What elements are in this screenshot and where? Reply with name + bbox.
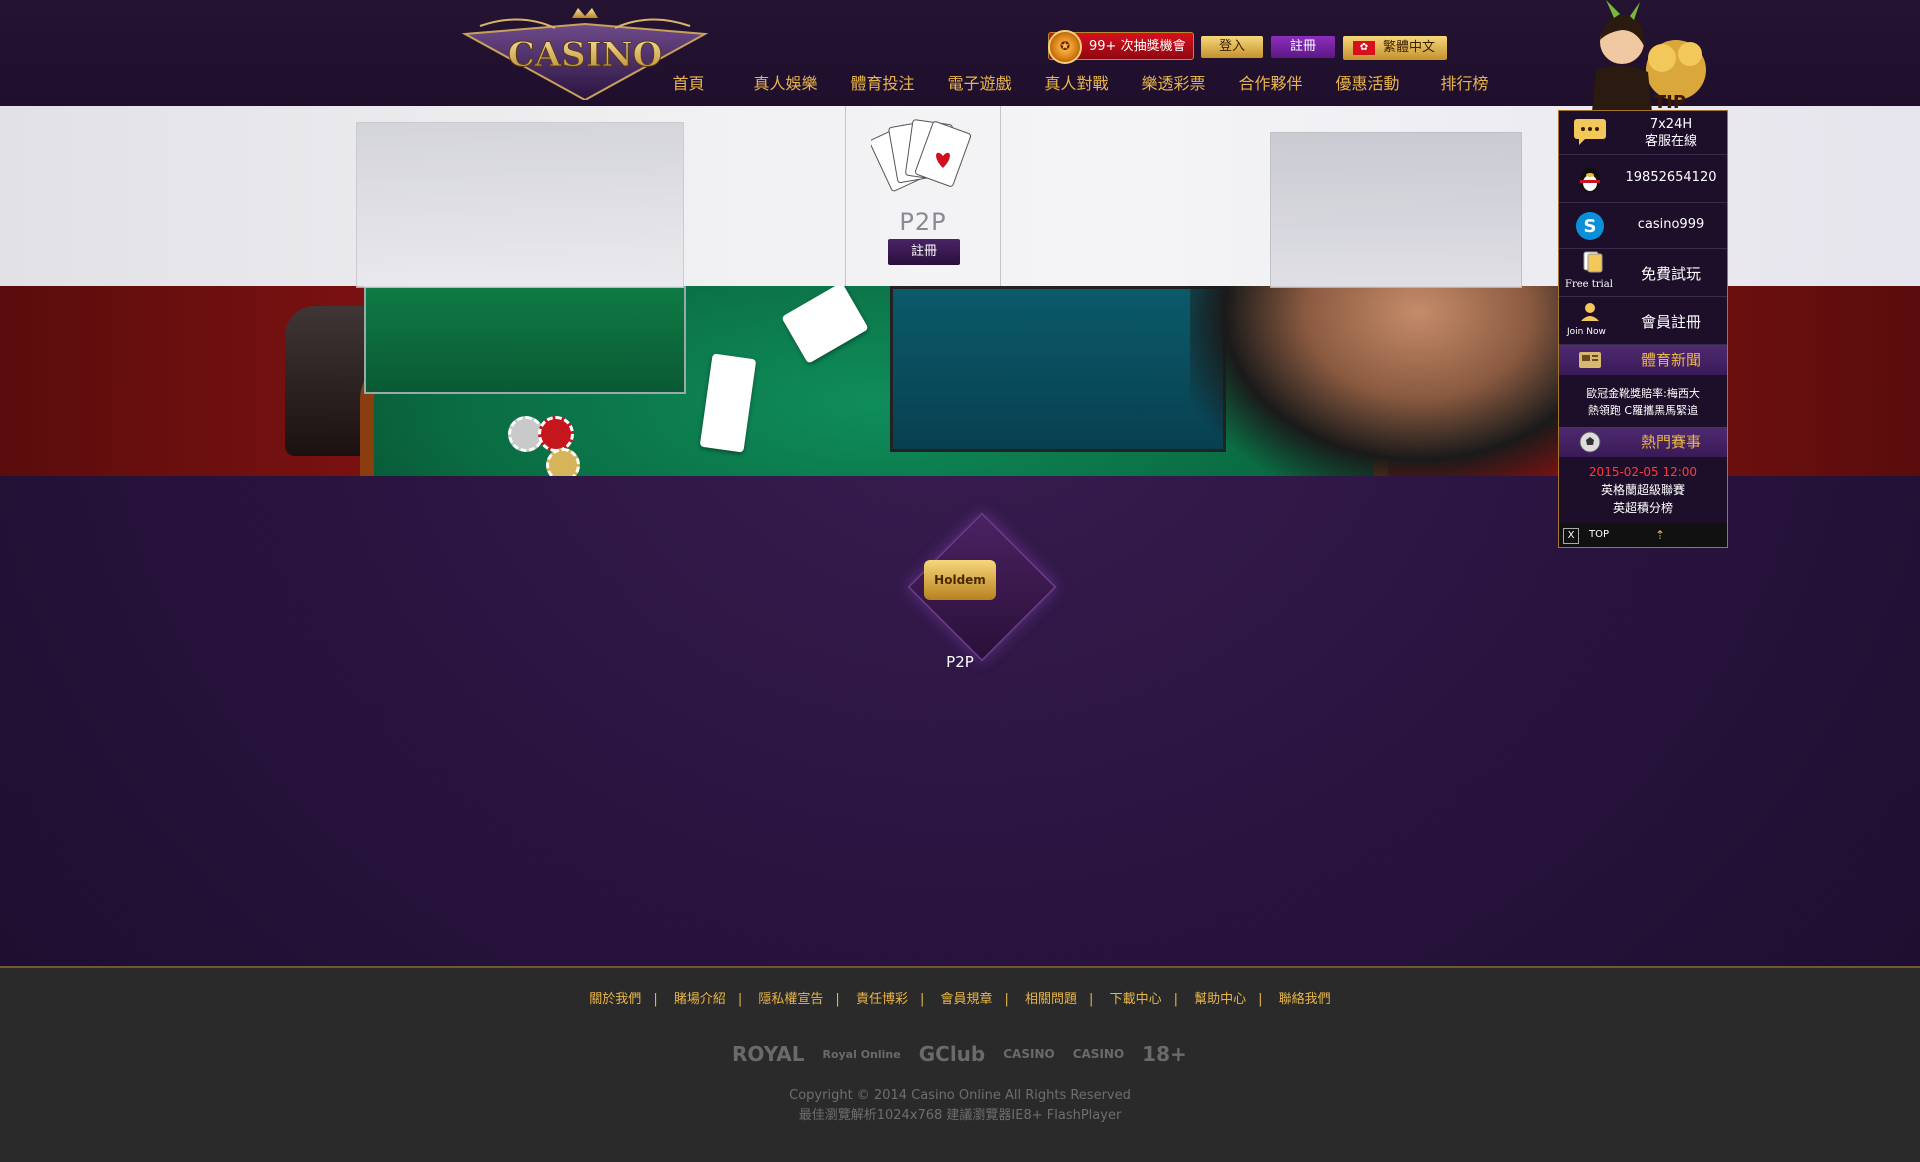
qq-number: 19852654120: [1625, 170, 1717, 185]
sports-news-content[interactable]: 歐冠金靴獎賠率:梅西大 熱領跑 C羅攜黑馬緊追: [1565, 385, 1721, 419]
back-to-top-arrow-icon[interactable]: ⇡: [1655, 523, 1665, 547]
free-trial-label: 免費試玩: [1640, 265, 1701, 283]
service-hours: 7x24H: [1649, 117, 1693, 132]
holdem-game-tile[interactable]: Holdem P2P: [870, 505, 1057, 685]
side-panel-footer: X TOP ⇡: [1559, 523, 1727, 547]
partner-logos: ROYAL Royal Online GClub CASINO CASINO 1…: [732, 1034, 1192, 1074]
casino-logo-small: CASINO: [1003, 1047, 1055, 1061]
nav-home[interactable]: 首頁: [640, 72, 737, 96]
event-line-2: 英超積分榜: [1612, 501, 1673, 515]
logo-text: CASINO: [508, 35, 663, 75]
copyright: Copyright © 2014 Casino Online All Right…: [0, 1086, 1920, 1126]
nav-live-casino[interactable]: 真人娛樂: [737, 72, 834, 96]
join-user-icon: [1581, 303, 1599, 321]
sports-news-header[interactable]: 體育新聞: [1559, 345, 1727, 375]
main-nav: 首頁 真人娛樂 體育投注 電子遊戲 真人對戰 樂透彩票 合作夥伴 優惠活動 排行…: [640, 72, 1513, 96]
hong-kong-flag-icon: ✿: [1353, 41, 1375, 55]
footer-links: 關於我們 | 賭場介紹 | 隱私權宣告 | 責任博彩 | 會員規章 | 相關問題 | 下載中…: [0, 988, 1920, 1007]
tip-mascot-image: TIP: [1592, 0, 1706, 112]
top-label[interactable]: TOP: [1589, 523, 1609, 547]
join-label: 會員註冊: [1640, 313, 1701, 331]
register-button[interactable]: 註冊: [1271, 36, 1335, 58]
event-date: 2015-02-05 12:00: [1588, 465, 1698, 479]
browser-note: 最佳瀏覽解析1024x768 建議瀏覽器IE8+ FlashPlayer: [798, 1108, 1122, 1123]
join-row[interactable]: Join Now 會員註冊: [1559, 297, 1727, 345]
free-trial-caption: Free trial: [1565, 279, 1613, 290]
newspaper-icon: [1579, 352, 1601, 368]
footer-link-privacy[interactable]: 隱私權宣告: [746, 992, 835, 1007]
lottery-promo-button[interactable]: ✪ 99+ 次抽獎機會: [1048, 30, 1194, 64]
footer-link-download[interactable]: 下載中心: [1098, 992, 1174, 1007]
footer-link-faq[interactable]: 相關問題: [1013, 992, 1089, 1007]
nav-p2p[interactable]: 真人對戰: [1028, 72, 1125, 96]
free-trial-cards-icon: [1583, 251, 1603, 273]
free-trial-row[interactable]: Free trial 免費試玩: [1559, 249, 1727, 297]
mahjong-screenshot: [364, 286, 686, 394]
news-line-2: 熱領跑 C羅攜黑馬緊追: [1587, 404, 1699, 417]
news-line-1: 歐冠金靴獎賠率:梅西大: [1586, 387, 1700, 400]
royal-online-logo: Royal Online: [822, 1047, 901, 1061]
royal-logo: ROYAL: [732, 1042, 805, 1066]
customer-service-row[interactable]: 7x24H 客服在線: [1559, 111, 1727, 155]
prize-wheel-icon: ✪: [1048, 30, 1082, 64]
copyright-text: Copyright © 2014 Casino Online All Right…: [789, 1088, 1131, 1103]
site-footer: 關於我們 | 賭場介紹 | 隱私權宣告 | 責任博彩 | 會員規章 | 相關問題 | 下載中…: [0, 966, 1920, 1162]
event-line-1: 英格蘭超級聯賽: [1600, 483, 1685, 497]
footer-link-casino-intro[interactable]: 賭場介紹: [662, 992, 738, 1007]
qq-row[interactable]: 19852654120: [1559, 155, 1727, 203]
hot-events-content[interactable]: 2015-02-05 12:00 英格蘭超級聯賽 英超積分榜: [1565, 463, 1721, 517]
playing-cards-icon: [871, 119, 971, 192]
floating-side-panel: 7x24H 客服在線 19852654120 S casino999 Free …: [1558, 110, 1728, 548]
footer-link-about[interactable]: 關於我們: [577, 992, 653, 1007]
poker-preview-faded: [1270, 132, 1522, 288]
age-18-plus-logo: 18+: [1142, 1042, 1187, 1066]
svg-text:S: S: [1584, 216, 1597, 237]
language-label: 繁體中文: [1383, 40, 1436, 55]
mahjong-preview-faded: [356, 122, 684, 288]
chat-bubble-icon: [1574, 119, 1606, 145]
qq-penguin-icon: [1580, 167, 1600, 193]
soccer-ball-icon: [1579, 431, 1601, 453]
poker-screenshot: [890, 286, 1226, 452]
chip-1000-icon: [546, 448, 580, 476]
sports-news-title: 體育新聞: [1640, 351, 1701, 369]
nav-sports-betting[interactable]: 體育投注: [834, 72, 931, 96]
chip-500-icon: [538, 416, 574, 452]
hot-events-header[interactable]: 熱門賽事: [1559, 427, 1727, 457]
login-button[interactable]: 登入: [1201, 36, 1263, 58]
join-caption: Join Now: [1567, 327, 1606, 337]
footer-link-contact[interactable]: 聯絡我們: [1267, 992, 1343, 1007]
footer-link-help[interactable]: 幫助中心: [1182, 992, 1258, 1007]
skype-id: casino999: [1637, 217, 1705, 232]
p2p-title: P2P: [899, 208, 947, 236]
nav-partners[interactable]: 合作夥伴: [1222, 72, 1319, 96]
skype-row[interactable]: S casino999: [1559, 203, 1727, 249]
hot-events-title: 熱門賽事: [1640, 433, 1701, 451]
nav-lottery[interactable]: 樂透彩票: [1125, 72, 1222, 96]
p2p-panel: P2P 註冊: [845, 106, 1001, 286]
nav-slots[interactable]: 電子遊戲: [931, 72, 1028, 96]
nav-leaderboard[interactable]: 排行榜: [1416, 72, 1513, 96]
nav-promotions[interactable]: 優惠活動: [1319, 72, 1416, 96]
close-panel-button[interactable]: X: [1563, 528, 1579, 544]
holdem-label: P2P: [946, 653, 974, 671]
language-selector[interactable]: ✿ 繁體中文: [1343, 36, 1447, 60]
p2p-register-button[interactable]: 註冊: [888, 239, 960, 265]
promo-label: 99+ 次抽獎機會: [1089, 39, 1186, 54]
casino-logo-winged: CASINO: [1072, 1047, 1125, 1061]
footer-link-responsible[interactable]: 責任博彩: [844, 992, 920, 1007]
footer-link-rules[interactable]: 會員規章: [928, 992, 1004, 1007]
holdem-badge: Holdem: [924, 560, 996, 600]
tip-label: TIP: [1654, 92, 1686, 112]
gclub-logo: GClub: [918, 1042, 986, 1066]
service-online-label: 客服在線: [1644, 134, 1697, 149]
skype-icon: S: [1576, 212, 1604, 240]
